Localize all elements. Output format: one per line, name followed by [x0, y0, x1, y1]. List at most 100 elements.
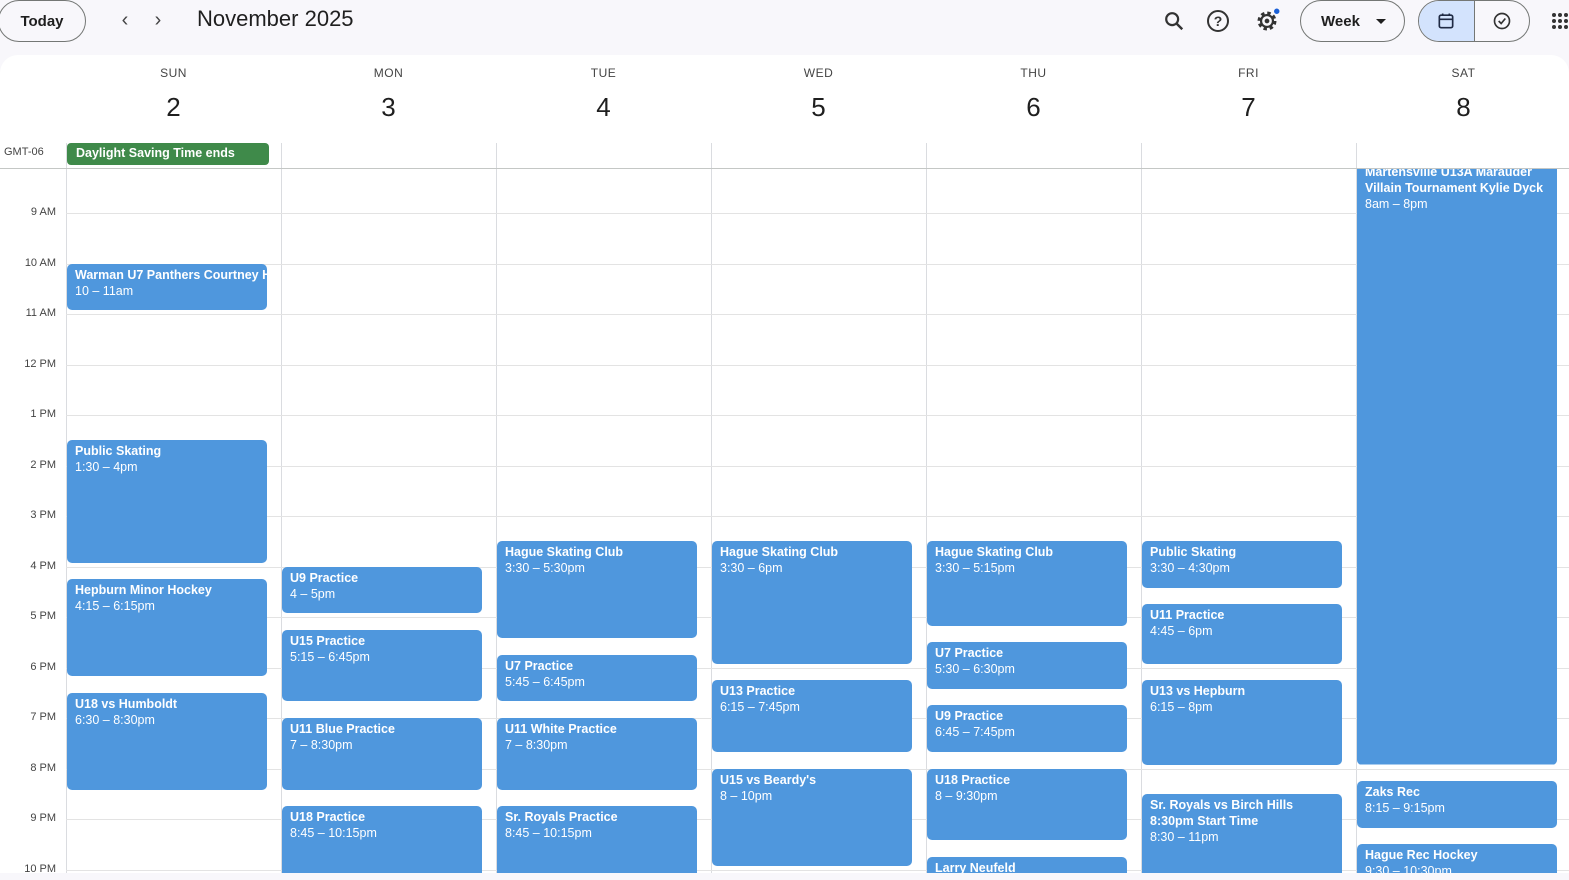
svg-text:?: ?: [1214, 13, 1223, 29]
event-title: Warman U7 Panthers Courtney H: [75, 267, 267, 282]
current-month-title: November 2025: [197, 6, 354, 31]
today-button[interactable]: Today: [0, 0, 86, 42]
event-time: 8 – 9:30pm: [935, 788, 998, 803]
hour-label: 4 PM: [30, 559, 56, 572]
event-time: 6:45 – 7:45pm: [935, 725, 1015, 740]
calendar-icon[interactable]: [1419, 1, 1475, 41]
column-divider: [926, 169, 927, 873]
hour-label: 9 PM: [30, 812, 56, 824]
event-title: Martensville U13A Marauder Villain Tourn…: [1365, 168, 1544, 195]
hour-label: 10 AM: [24, 256, 56, 269]
event-title: U15 vs Beardy's: [720, 772, 817, 787]
calendar-event[interactable]: U18 Practice 8 – 9:30pm: [927, 768, 1127, 841]
all-day-event[interactable]: Daylight Saving Time ends: [67, 143, 269, 165]
event-time: 6:30 – 8:30pm: [75, 712, 155, 727]
column-divider: [1141, 143, 1142, 168]
day-number[interactable]: 6: [926, 92, 1141, 123]
calendar-event[interactable]: Larry Neufeld: [927, 856, 1127, 873]
calendar-event[interactable]: U15 Practice 5:15 – 6:45pm: [282, 629, 482, 702]
event-title: U18 Practice: [290, 810, 366, 825]
hour-label: 7 PM: [30, 711, 56, 723]
calendar-event[interactable]: Sr. Royals vs Birch Hills 8:30pm Start T…: [1142, 793, 1342, 873]
calendar-event[interactable]: Public Skating 3:30 – 4:30pm: [1142, 541, 1342, 588]
event-time: 5:45 – 6:45pm: [505, 674, 585, 689]
hour-label: 11 AM: [25, 307, 56, 319]
calendar-event[interactable]: U13 Practice 6:15 – 7:45pm: [712, 680, 912, 752]
calendar-event[interactable]: Sr. Royals Practice 8:45 – 10:15pm: [497, 806, 697, 873]
calendar-event[interactable]: Public Skating 1:30 – 4pm: [67, 440, 267, 563]
day-header: FRI 7: [1141, 55, 1356, 123]
calendar-event[interactable]: U18 vs Humboldt 6:30 – 8:30pm: [67, 692, 267, 790]
event-time: 8am – 8pm: [1365, 197, 1428, 211]
column-divider: [496, 143, 497, 168]
event-time: 3:30 – 5:15pm: [935, 561, 1015, 576]
settings-icon[interactable]: [1252, 6, 1282, 36]
calendar-event[interactable]: Martensville U13A Marauder Villain Tourn…: [1357, 168, 1557, 765]
calendar-event[interactable]: U15 vs Beardy's 8 – 10pm: [712, 768, 912, 866]
apps-icon[interactable]: [1545, 6, 1569, 36]
timezone-label: GMT-06: [4, 146, 44, 158]
tasks-icon[interactable]: [1475, 1, 1530, 41]
hour-line: [66, 364, 1569, 366]
calendar-event[interactable]: U11 Practice 4:45 – 6pm: [1142, 604, 1342, 664]
hour-line: [66, 465, 1569, 467]
column-divider: [1356, 143, 1357, 168]
calendar-event[interactable]: Zaks Rec 8:15 – 9:15pm: [1357, 781, 1557, 828]
calendar-event[interactable]: Hague Rec Hockey 9:30 – 10:30pm: [1357, 844, 1557, 873]
event-title: U11 Practice: [1150, 608, 1225, 623]
hour-label: 10 PM: [24, 862, 56, 874]
hour-label: 9 AM: [30, 206, 56, 218]
calendar-event[interactable]: Hague Skating Club 3:30 – 5:30pm: [497, 541, 697, 639]
caret-down-icon: [1375, 18, 1386, 24]
view-selector[interactable]: Week: [1300, 0, 1405, 42]
calendar-event[interactable]: U7 Practice 5:45 – 6:45pm: [497, 654, 697, 702]
event-title: Public Skating: [75, 444, 162, 459]
day-number[interactable]: 8: [1356, 92, 1569, 123]
event-time: 4:15 – 6:15pm: [75, 599, 155, 614]
event-title: U13 Practice: [720, 684, 796, 699]
chevron-left-icon[interactable]: ‹: [113, 8, 137, 32]
view-label: Week: [1321, 12, 1360, 30]
calendar-event[interactable]: U18 Practice 8:45 – 10:15pm: [282, 806, 482, 873]
event-title: U11 White Practice: [505, 722, 617, 736]
event-time: 8:45 – 10:15pm: [290, 826, 377, 841]
search-icon[interactable]: [1159, 6, 1189, 36]
day-name: SUN: [160, 66, 187, 80]
day-number[interactable]: 3: [281, 92, 496, 123]
day-name: WED: [803, 66, 834, 80]
day-name: SAT: [1451, 66, 1476, 80]
calendar-event[interactable]: U7 Practice 5:30 – 6:30pm: [927, 642, 1127, 689]
day-number[interactable]: 2: [66, 92, 281, 123]
day-header: MON 3: [281, 55, 496, 123]
day-header: WED 5: [711, 55, 926, 123]
event-time: 4 – 5pm: [290, 586, 336, 601]
column-divider: [66, 143, 67, 168]
event-title: U9 Practice: [935, 709, 1004, 724]
calendar-event[interactable]: U11 White Practice 7 – 8:30pm: [497, 718, 697, 790]
calendar-event[interactable]: Hepburn Minor Hockey 4:15 – 6:15pm: [67, 579, 267, 677]
event-time: 1:30 – 4pm: [75, 460, 138, 475]
week-view: GMT-06 Daylight Saving Time ends 9 AM 10 …: [0, 55, 1569, 873]
calendar-event[interactable]: U11 Blue Practice 7 – 8:30pm: [282, 718, 482, 790]
event-title: Hague Rec Hockey: [1365, 848, 1478, 863]
day-header: THU 6: [926, 55, 1141, 123]
footer-strip: [0, 873, 1569, 880]
event-time: 8:45 – 10:15pm: [505, 826, 592, 841]
day-number[interactable]: 7: [1141, 92, 1356, 123]
calendar-event[interactable]: U9 Practice 4 – 5pm: [282, 566, 482, 613]
calendar-event[interactable]: Hague Skating Club 3:30 – 5:15pm: [927, 541, 1127, 626]
calendar-event[interactable]: Hague Skating Club 3:30 – 6pm: [712, 541, 912, 664]
event-time: 3:30 – 6pm: [720, 561, 783, 576]
help-icon[interactable]: ?: [1203, 6, 1233, 36]
calendar-event[interactable]: U9 Practice 6:45 – 7:45pm: [927, 705, 1127, 752]
event-title: Sr. Royals vs Birch Hills 8:30pm Start T…: [1150, 797, 1294, 828]
day-name: THU: [1020, 66, 1047, 80]
chevron-right-icon[interactable]: ›: [146, 8, 170, 32]
event-title: Larry Neufeld: [935, 860, 1016, 873]
calendar-event[interactable]: U13 vs Hepburn 6:15 – 8pm: [1142, 680, 1342, 765]
event-title: Hague Skating Club: [505, 545, 624, 560]
day-number[interactable]: 4: [496, 92, 711, 123]
day-number[interactable]: 5: [711, 92, 926, 123]
calendar-event[interactable]: Warman U7 Panthers Courtney H 10 – 11am: [67, 263, 267, 310]
event-title: U7 Practice: [935, 646, 1004, 661]
